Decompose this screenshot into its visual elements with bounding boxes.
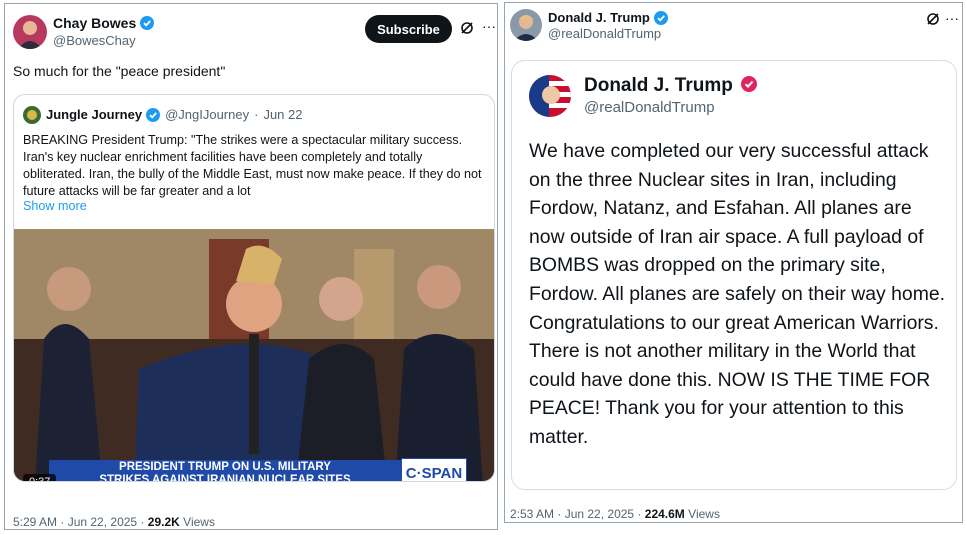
more-icon[interactable]: ··· <box>945 10 959 26</box>
card-author-name[interactable]: Donald J. Trump <box>584 75 733 96</box>
views-count: 224.6M <box>644 507 685 521</box>
views-count: 29.2K <box>147 515 180 529</box>
show-more-link[interactable]: Show more <box>23 199 87 213</box>
verified-badge-icon <box>140 16 155 30</box>
quoted-tweet[interactable]: Jungle Journey @JngIJourney · Jun 22 BRE… <box>13 94 495 482</box>
network-logo: C·SPAN <box>401 458 467 481</box>
left-tweet: Chay Bowes @BowesChay Subscribe ··· So m… <box>4 3 498 530</box>
chyron-line-1: PRESIDENT TRUMP ON U.S. MILITARY <box>119 461 331 473</box>
video-frame <box>14 229 494 481</box>
chyron-line-2: STRIKES AGAINST IRANIAN NUCLEAR SITES <box>99 473 351 482</box>
tweet-time[interactable]: 2:53 AM <box>510 507 554 521</box>
tweet-text: So much for the "peace president" <box>13 63 226 79</box>
right-tweet: Donald J. Trump @realDonaldTrump ··· Don… <box>504 2 963 523</box>
quote-date[interactable]: Jun 22 <box>263 107 302 122</box>
verified-badge-icon <box>741 76 758 92</box>
views-label: Views <box>688 507 720 521</box>
separator: · <box>254 107 259 122</box>
author-handle[interactable]: @realDonaldTrump <box>548 26 661 41</box>
video-player[interactable]: PRESIDENT TRUMP ON U.S. MILITARY STRIKES… <box>14 229 494 482</box>
video-chyron: PRESIDENT TRUMP ON U.S. MILITARY STRIKES… <box>49 460 401 482</box>
author-name[interactable]: Chay Bowes <box>53 15 136 31</box>
tweet-meta: 2:53 AM · Jun 22, 2025 · 224.6M Views <box>510 507 720 521</box>
quote-author-name[interactable]: Jungle Journey <box>46 107 142 122</box>
author-name[interactable]: Donald J. Trump <box>548 10 650 25</box>
avatar[interactable] <box>529 75 571 117</box>
video-duration: 0:37 <box>23 474 57 481</box>
grok-icon[interactable] <box>926 12 940 26</box>
tweet-date[interactable]: Jun 22, 2025 <box>565 507 634 521</box>
grok-icon[interactable] <box>460 21 474 35</box>
avatar[interactable] <box>510 9 542 41</box>
views-label: Views <box>183 515 215 529</box>
card-author-handle[interactable]: @realDonaldTrump <box>584 99 715 116</box>
truth-post-card: Donald J. Trump @realDonaldTrump We have… <box>511 60 957 490</box>
avatar[interactable] <box>13 15 47 49</box>
avatar[interactable] <box>23 106 41 124</box>
tweet-time[interactable]: 5:29 AM <box>13 515 57 529</box>
more-icon[interactable]: ··· <box>482 18 496 34</box>
quote-text: BREAKING President Trump: "The strikes w… <box>23 133 482 198</box>
verified-badge-icon <box>146 107 161 122</box>
quote-author-handle[interactable]: @JngIJourney <box>165 107 249 122</box>
subscribe-button[interactable]: Subscribe <box>365 15 452 43</box>
tweet-date[interactable]: Jun 22, 2025 <box>68 515 137 529</box>
post-text: We have completed our very successful at… <box>529 140 946 448</box>
author-handle[interactable]: @BowesChay <box>53 33 136 48</box>
verified-badge-icon <box>653 10 668 25</box>
tweet-meta: 5:29 AM · Jun 22, 2025 · 29.2K Views <box>13 515 215 529</box>
